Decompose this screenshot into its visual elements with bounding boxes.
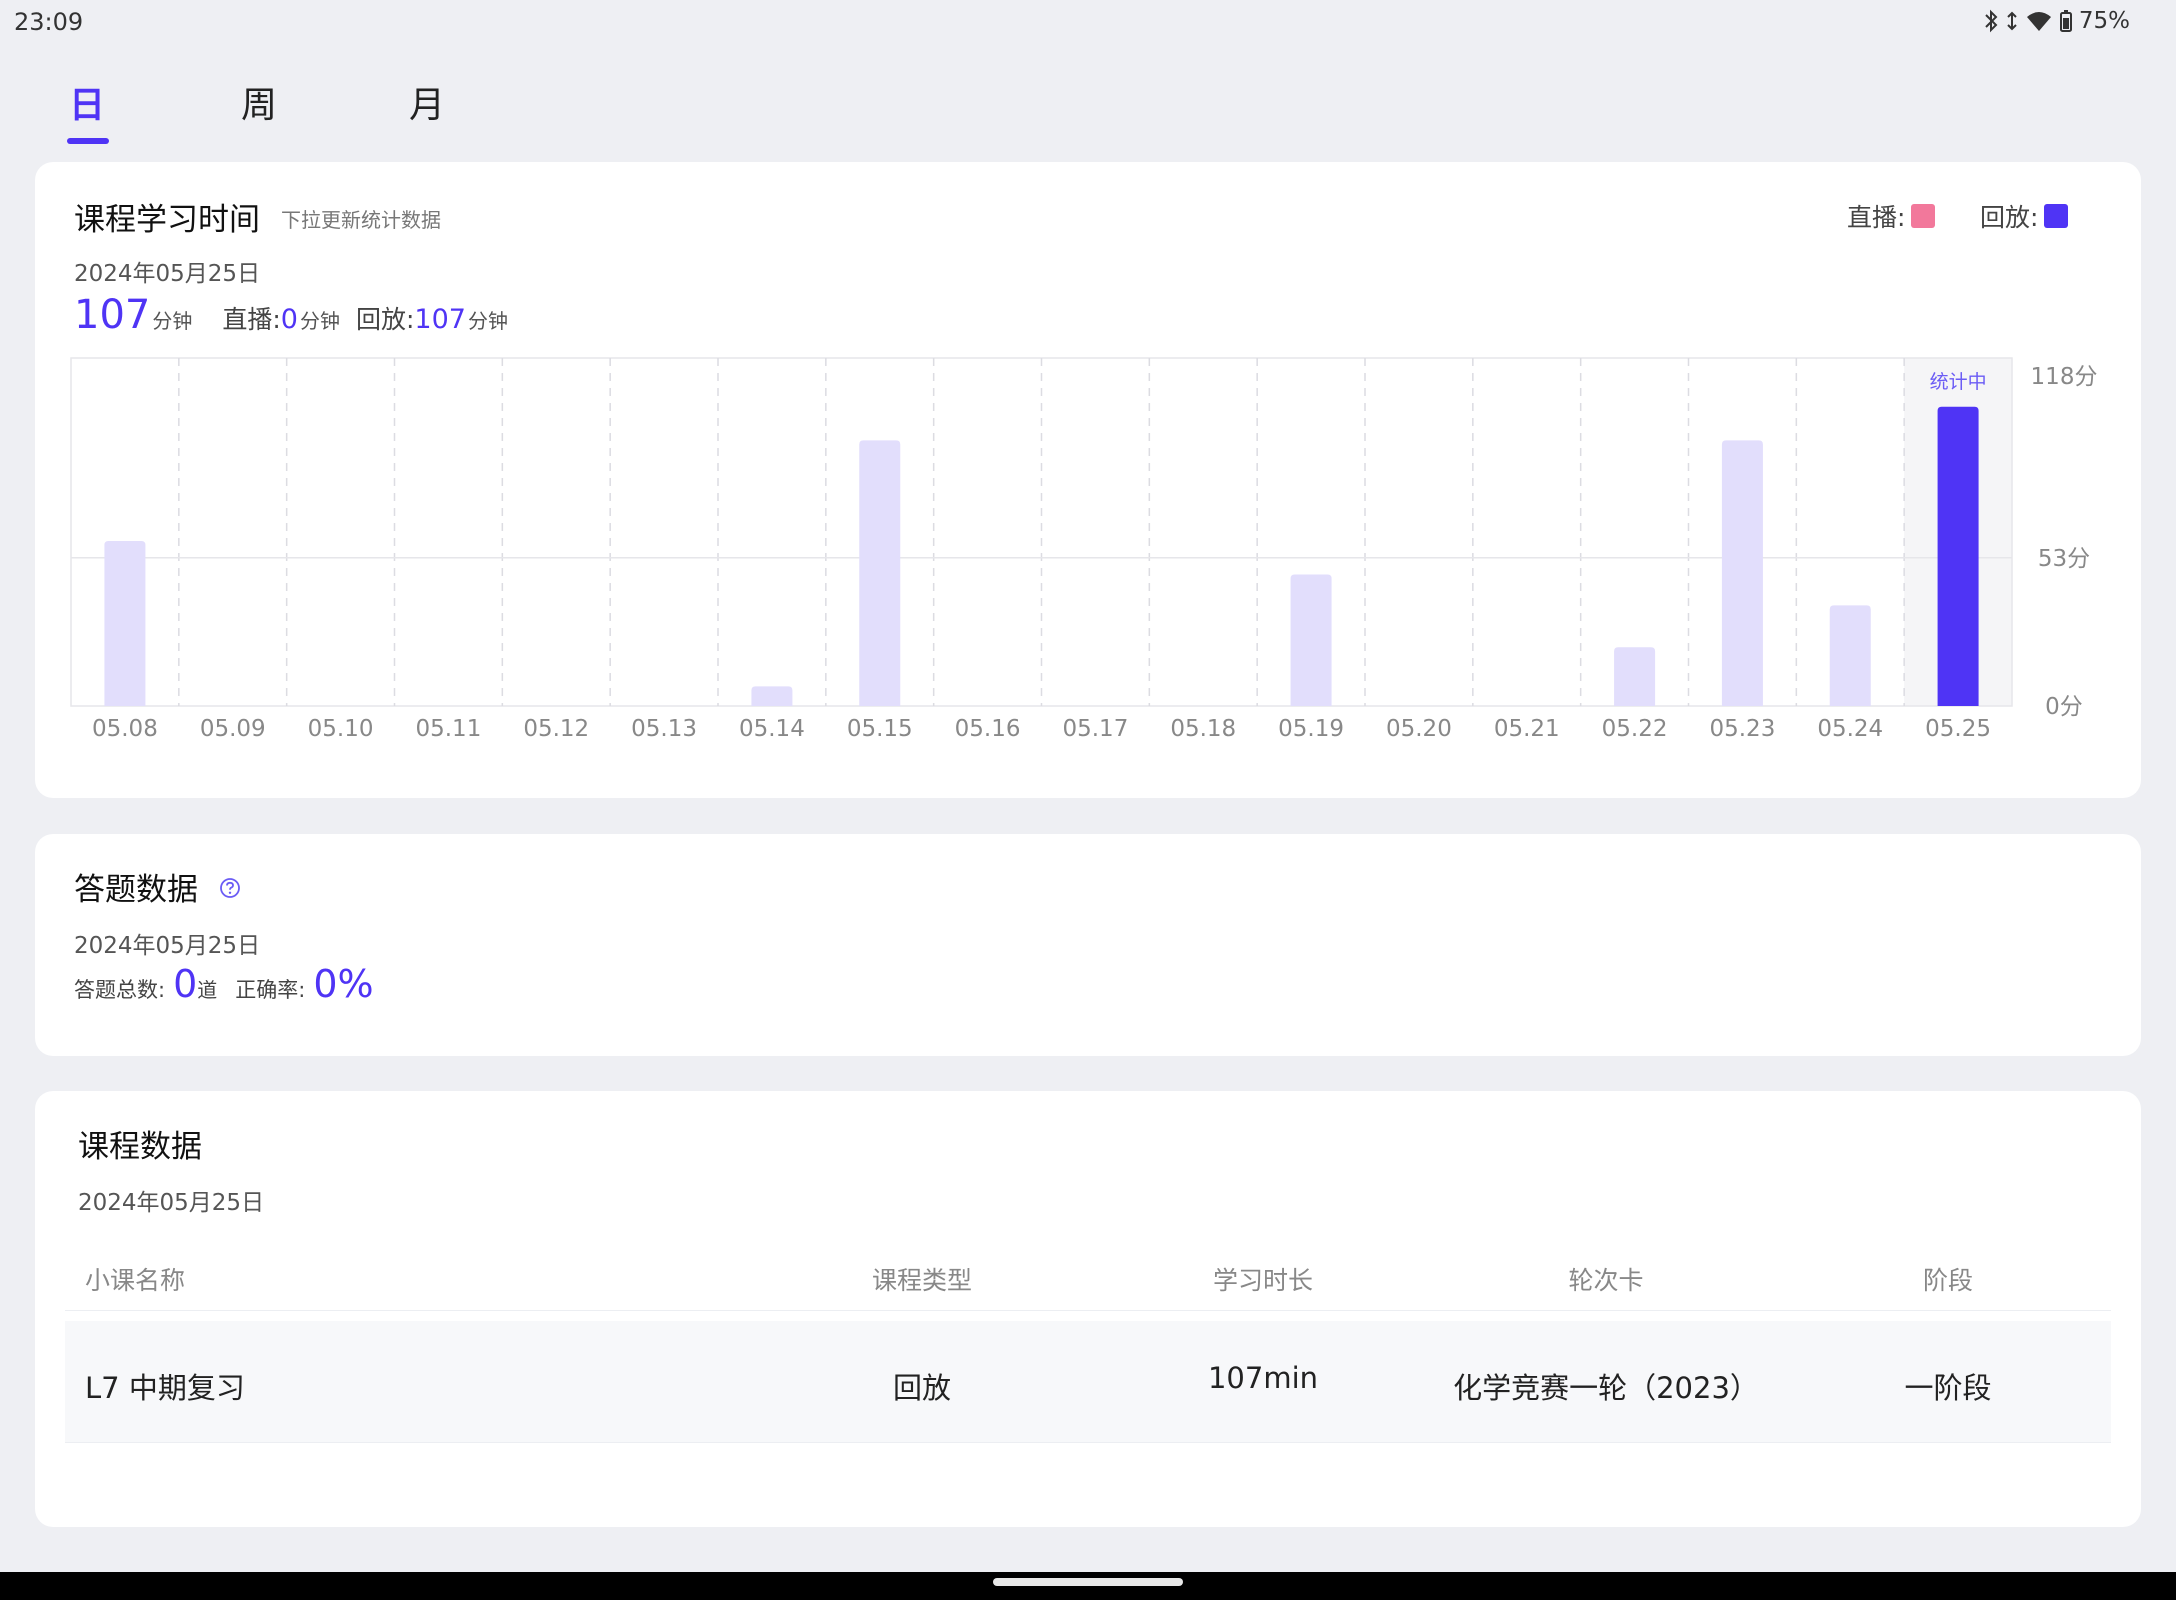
answer-total-unit: 道 [197, 978, 218, 1002]
highlight-label: 统计中 [1930, 371, 1987, 393]
x-tick-label: 05.19 [1278, 716, 1344, 742]
col-study-duration: 学习时长 [1212, 1266, 1314, 1295]
row-round-card: 化学竞赛一轮（2023） [1453, 1371, 1759, 1405]
answers-date: 2024年05月25日 [74, 933, 261, 959]
x-tick-label: 05.08 [92, 716, 158, 742]
home-gesture-handle[interactable] [993, 1578, 1183, 1586]
x-tick-label: 05.17 [1062, 716, 1128, 742]
x-tick-label: 05.16 [955, 716, 1021, 742]
course-table-header: 小课名称 课程类型 学习时长 轮次卡 阶段 [65, 1241, 2111, 1311]
status-icons: 75% [1983, 8, 2130, 34]
wifi-icon [2026, 12, 2051, 31]
answers-summary: 答题总数: 0 道 正确率: 0% [74, 962, 374, 1006]
accuracy-label: 正确率: [235, 978, 306, 1002]
tab-indicator [67, 138, 109, 144]
bar-05.15 [859, 440, 901, 706]
courses-title: 课程数据 [78, 1129, 202, 1165]
y-tick-label: 118分 [2031, 364, 2098, 390]
x-tick-label: 05.21 [1494, 716, 1560, 742]
study-time-chart[interactable]: 统计中 05.08 05.09 05.10 05.11 05.12 05.13 05.14 05… [35, 162, 2141, 798]
row-course-type: 回放 [892, 1371, 952, 1405]
col-stage: 阶段 [1922, 1266, 1974, 1295]
battery-icon [2059, 10, 2072, 32]
x-tick-label: 05.11 [415, 716, 481, 742]
answers-title: 答题数据 [74, 872, 198, 908]
tab-month[interactable]: 月 [409, 76, 445, 128]
bar-05.19 [1290, 574, 1332, 706]
x-tick-label: 05.15 [847, 716, 913, 742]
accuracy-value: 0% [313, 962, 374, 1006]
answer-total-value: 0 [173, 962, 198, 1006]
x-tick-label: 05.14 [739, 716, 805, 742]
bar-05.22 [1614, 647, 1656, 706]
bar-05.23 [1721, 440, 1763, 706]
vibrate-icon [2007, 11, 2017, 31]
battery-percent: 75% [2078, 8, 2130, 34]
answers-card: 答题数据 2024年05月25日 答题总数: 0 道 正确率: 0% [35, 834, 2141, 1056]
period-tabs: 日 周 月 [0, 70, 600, 150]
table-row[interactable]: L7 中期复习 回放 107min 化学竞赛一轮（2023） 一阶段 [65, 1321, 2111, 1443]
col-course-type: 课程类型 [871, 1266, 973, 1295]
tab-day[interactable]: 日 [69, 76, 105, 128]
study-time-card: 课程学习时间 下拉更新统计数据 直播: 回放: 2024年05月25日 107 … [35, 162, 2141, 798]
tab-week[interactable]: 周 [241, 76, 277, 128]
x-tick-label: 05.09 [200, 716, 266, 742]
y-tick-label: 53分 [2038, 546, 2090, 572]
row-study-duration: 107min [1207, 1361, 1319, 1395]
x-tick-label: 05.20 [1386, 716, 1452, 742]
y-tick-label: 0分 [2045, 694, 2083, 720]
bluetooth-icon [1985, 9, 1998, 33]
status-bar: 23:09 75% [0, 0, 2176, 44]
x-tick-label: 05.10 [308, 716, 374, 742]
help-icon[interactable] [219, 877, 241, 899]
bar-05.25 [1937, 406, 1979, 706]
row-stage: 一阶段 [1904, 1371, 1992, 1405]
answer-total-label: 答题总数: [74, 978, 166, 1002]
x-tick-label: 05.18 [1170, 716, 1236, 742]
x-tick-label: 05.13 [631, 716, 697, 742]
bar-05.14 [751, 686, 793, 706]
x-tick-label: 05.23 [1709, 716, 1775, 742]
navigation-bar [0, 1572, 2176, 1600]
x-tick-label: 05.24 [1817, 716, 1883, 742]
courses-card: 课程数据 2024年05月25日 小课名称 课程类型 学习时长 轮次卡 阶段 L… [35, 1091, 2141, 1527]
col-course-name: 小课名称 [85, 1266, 186, 1295]
courses-date: 2024年05月25日 [78, 1190, 265, 1216]
x-tick-label: 05.25 [1925, 716, 1991, 742]
bar-05.24 [1829, 605, 1871, 706]
row-course-name: L7 中期复习 [85, 1371, 245, 1405]
x-tick-label: 05.22 [1602, 716, 1668, 742]
bar-05.08 [104, 541, 146, 706]
x-tick-label: 05.12 [523, 716, 589, 742]
status-time: 23:09 [14, 8, 84, 36]
col-round-card: 轮次卡 [1568, 1266, 1644, 1295]
